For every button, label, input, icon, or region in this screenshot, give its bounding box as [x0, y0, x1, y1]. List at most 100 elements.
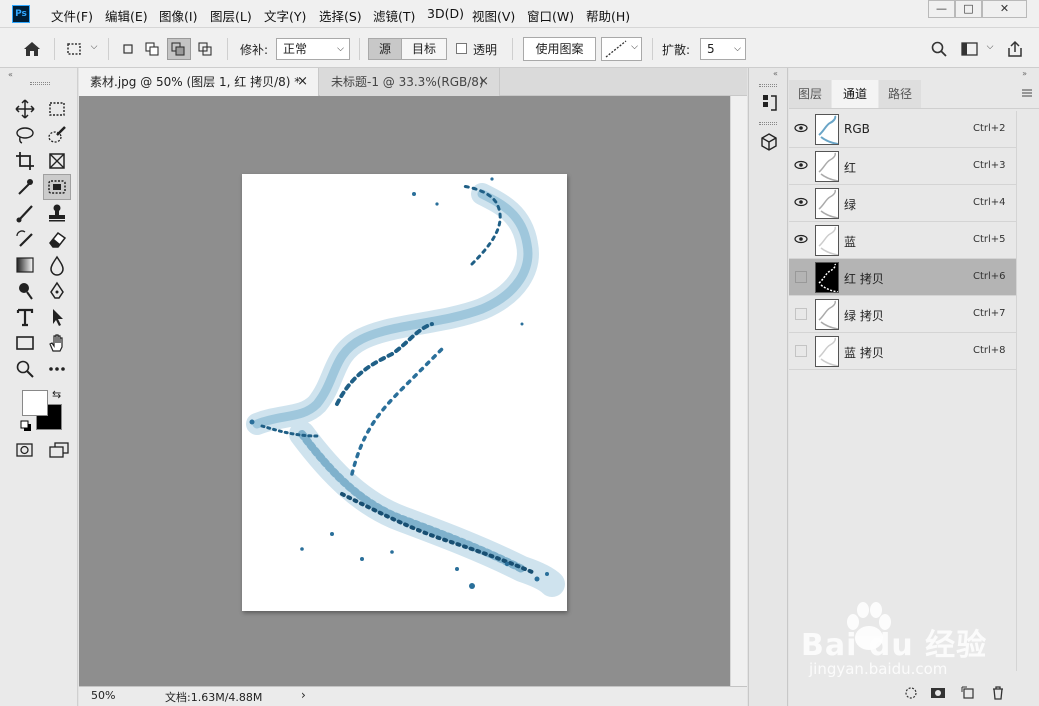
- tab-untitled-document[interactable]: 未标题-1 @ 33.3%(RGB/8) ×: [320, 68, 500, 96]
- tab-layers[interactable]: 图层: [789, 80, 831, 108]
- more-tools-icon[interactable]: [46, 358, 68, 380]
- collapse-arrows-icon[interactable]: «: [8, 70, 13, 79]
- marquee-tool-icon[interactable]: [46, 98, 68, 120]
- history-panel-icon[interactable]: [758, 92, 780, 114]
- collapse-arrows-icon[interactable]: «: [773, 69, 778, 78]
- 3d-cube-icon[interactable]: [758, 131, 780, 153]
- chevron-down-icon[interactable]: ⌵: [89, 42, 99, 54]
- channel-row-green-copy[interactable]: 绿 拷贝 Ctrl+7: [789, 296, 1016, 333]
- chevron-down-icon: ⌵: [631, 42, 638, 52]
- visibility-toggle[interactable]: [795, 308, 807, 320]
- close-window-button[interactable]: ✕: [982, 0, 1027, 18]
- maximize-button[interactable]: □: [955, 0, 982, 18]
- delete-channel-icon[interactable]: [991, 685, 1005, 700]
- type-tool-icon[interactable]: [14, 306, 36, 328]
- panel-menu-icon[interactable]: [1021, 87, 1033, 97]
- intersect-selection-icon[interactable]: [196, 40, 214, 58]
- hand-tool-icon[interactable]: [46, 332, 68, 354]
- eye-icon[interactable]: [794, 234, 808, 246]
- menu-file[interactable]: 文件(F): [51, 6, 93, 25]
- channel-row-red-copy[interactable]: 红 拷贝 Ctrl+6: [789, 259, 1016, 296]
- menu-window[interactable]: 窗口(W): [527, 6, 574, 25]
- close-tab-icon[interactable]: ×: [297, 68, 308, 96]
- tab-channels[interactable]: 通道: [832, 80, 878, 108]
- channel-row-blue-copy[interactable]: 蓝 拷贝 Ctrl+8: [789, 333, 1016, 370]
- load-selection-icon[interactable]: [904, 686, 918, 700]
- close-tab-icon[interactable]: ×: [478, 68, 489, 96]
- patch-tool-preset-icon[interactable]: [64, 40, 84, 58]
- search-icon[interactable]: [930, 40, 948, 58]
- swap-colors-icon[interactable]: ⇆: [52, 388, 61, 401]
- channel-row-green[interactable]: 绿 Ctrl+4: [789, 185, 1016, 222]
- patch-mode-select[interactable]: 正常 ⌵: [276, 38, 350, 60]
- subtract-from-selection-icon[interactable]: [167, 38, 191, 60]
- menu-layer[interactable]: 图层(L): [210, 6, 252, 25]
- menu-image[interactable]: 图像(I): [159, 6, 197, 25]
- source-button[interactable]: 源: [368, 38, 402, 60]
- menu-edit[interactable]: 编辑(E): [105, 6, 148, 25]
- eye-icon[interactable]: [794, 123, 808, 135]
- menu-filter[interactable]: 滤镜(T): [373, 6, 415, 25]
- share-icon[interactable]: [1005, 39, 1025, 59]
- pattern-picker[interactable]: ⌵: [601, 37, 642, 61]
- chevron-down-icon[interactable]: ⌵: [985, 42, 995, 54]
- home-icon[interactable]: [22, 40, 42, 58]
- crop-tool-icon[interactable]: [14, 150, 36, 172]
- grip-icon[interactable]: [759, 84, 777, 87]
- expand-arrows-icon[interactable]: »: [1022, 69, 1027, 78]
- quick-mask-icon[interactable]: [16, 442, 34, 458]
- grip-icon[interactable]: [30, 82, 50, 85]
- menu-select[interactable]: 选择(S): [319, 6, 362, 25]
- new-channel-icon[interactable]: [961, 686, 975, 700]
- save-selection-icon[interactable]: [930, 686, 946, 700]
- pen-tool-icon[interactable]: [46, 280, 68, 302]
- diffusion-select[interactable]: 5 ⌵: [700, 38, 746, 60]
- history-brush-tool-icon[interactable]: [14, 228, 36, 250]
- status-arrow-icon[interactable]: ›: [301, 688, 306, 702]
- menu-help[interactable]: 帮助(H): [586, 6, 630, 25]
- eyedropper-tool-icon[interactable]: [14, 176, 36, 198]
- minimize-button[interactable]: —: [928, 0, 955, 18]
- channel-row-blue[interactable]: 蓝 Ctrl+5: [789, 222, 1016, 259]
- channel-row-rgb[interactable]: RGB Ctrl+2: [789, 111, 1016, 148]
- dodge-tool-icon[interactable]: [14, 280, 36, 302]
- transparent-checkbox[interactable]: [456, 43, 467, 54]
- default-colors-icon[interactable]: [20, 420, 32, 432]
- grip-icon[interactable]: [759, 122, 777, 125]
- gradient-tool-icon[interactable]: [14, 254, 36, 276]
- foreground-color-swatch[interactable]: [22, 390, 48, 416]
- frame-tool-icon[interactable]: [46, 150, 68, 172]
- path-selection-tool-icon[interactable]: [46, 306, 68, 328]
- target-button[interactable]: 目标: [401, 38, 447, 60]
- menu-3d[interactable]: 3D(D): [427, 6, 464, 21]
- add-to-selection-icon[interactable]: [143, 40, 161, 58]
- channel-row-red[interactable]: 红 Ctrl+3: [789, 148, 1016, 185]
- menu-type[interactable]: 文字(Y): [264, 6, 306, 25]
- tab-active-document[interactable]: 素材.jpg @ 50% (图层 1, 红 拷贝/8) * ×: [79, 68, 319, 96]
- stamp-tool-icon[interactable]: [46, 202, 68, 224]
- workspace-icon[interactable]: [960, 40, 980, 58]
- screen-mode-icon[interactable]: [48, 442, 70, 458]
- menu-view[interactable]: 视图(V): [472, 6, 515, 25]
- eye-icon[interactable]: [794, 197, 808, 209]
- zoom-tool-icon[interactable]: [14, 358, 36, 380]
- watermark-url: jingyan.baidu.com: [809, 660, 948, 678]
- use-pattern-button[interactable]: 使用图案: [523, 37, 596, 61]
- document-canvas[interactable]: [242, 174, 567, 611]
- vertical-scrollbar[interactable]: [730, 96, 747, 686]
- brush-tool-icon[interactable]: [14, 202, 36, 224]
- eraser-tool-icon[interactable]: [46, 228, 68, 250]
- patch-tool-icon[interactable]: [43, 174, 71, 200]
- visibility-toggle[interactable]: [795, 345, 807, 357]
- tab-paths[interactable]: 路径: [879, 80, 921, 108]
- quick-selection-tool-icon[interactable]: [46, 124, 68, 146]
- panel-scroll-track[interactable]: [1016, 111, 1017, 671]
- new-selection-icon[interactable]: [119, 40, 137, 58]
- blur-tool-icon[interactable]: [46, 254, 68, 276]
- zoom-level[interactable]: 50%: [91, 689, 115, 702]
- lasso-tool-icon[interactable]: [14, 124, 36, 146]
- visibility-toggle[interactable]: [795, 271, 807, 283]
- move-tool-icon[interactable]: [14, 98, 36, 120]
- rectangle-tool-icon[interactable]: [14, 332, 36, 354]
- eye-icon[interactable]: [794, 160, 808, 172]
